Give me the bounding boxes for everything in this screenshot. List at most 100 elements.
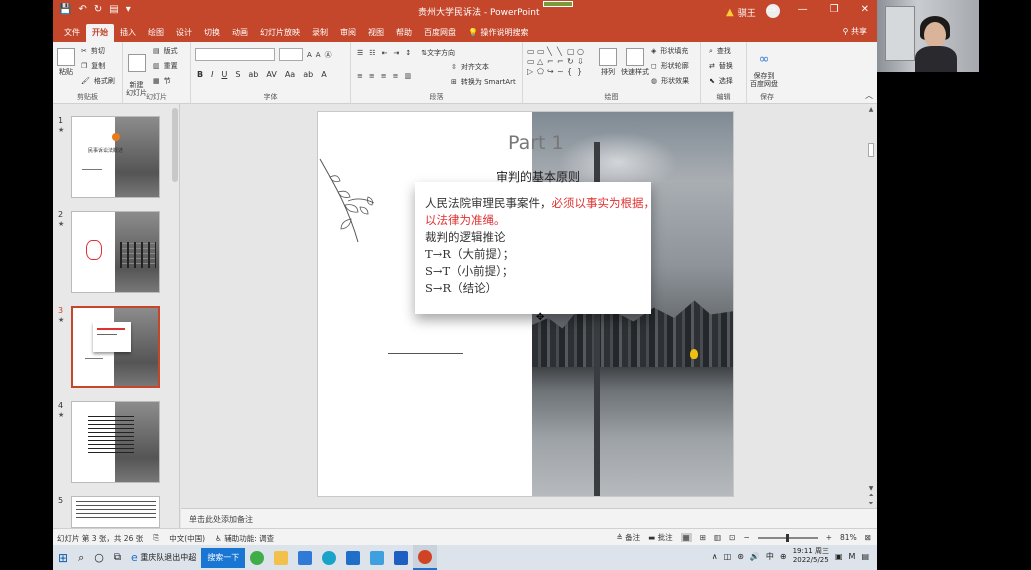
slide-canvas[interactable]: Part 1 审判的基本原则 人民法院审理民事案件，必须以事实为根据， 以法律为…: [317, 111, 734, 497]
start-slideshow-icon[interactable]: ▤: [109, 4, 118, 15]
scroll-up-icon[interactable]: ▲: [867, 106, 875, 113]
tab-draw[interactable]: 绘图: [142, 24, 170, 42]
taskbar-file-explorer[interactable]: [269, 545, 293, 570]
next-slide-icon[interactable]: ⏷: [867, 500, 875, 508]
underline-icon[interactable]: U: [221, 70, 227, 79]
decrease-font-icon[interactable]: A: [316, 51, 321, 59]
text-direction-button[interactable]: ⇅文字方向: [421, 48, 455, 58]
baidu-search-button[interactable]: 搜索一下: [201, 547, 246, 568]
justify-icon[interactable]: ≡: [393, 72, 399, 80]
tab-animations[interactable]: 动画: [226, 24, 254, 42]
taskbar-browser[interactable]: e 重庆队退出中超: [126, 545, 201, 570]
collapse-ribbon-icon[interactable]: ︿: [865, 90, 873, 101]
shape-effects-button[interactable]: ◍ 形状效果: [651, 76, 689, 86]
customize-qat-icon[interactable]: ▾: [126, 4, 131, 15]
char-spacing-icon[interactable]: AV: [266, 70, 276, 79]
thumbnail-scrollbar[interactable]: [172, 108, 178, 182]
app-m-icon[interactable]: M: [849, 552, 856, 561]
save-to-baidu-button[interactable]: ∞ 保存到 百度网盘: [750, 48, 778, 88]
taskbar-app-w[interactable]: [365, 545, 389, 570]
tab-record[interactable]: 录制: [306, 24, 334, 42]
zoom-level[interactable]: 81%: [840, 533, 857, 542]
edit-area-scrollbar[interactable]: ▲ ▼ ⏶ ⏷: [867, 104, 875, 508]
taskbar-app-360[interactable]: [245, 545, 269, 570]
tab-review[interactable]: 审阅: [334, 24, 362, 42]
replace-button[interactable]: ⇄ 替换: [709, 61, 733, 71]
numbering-icon[interactable]: ☷: [369, 49, 375, 57]
smartart-button[interactable]: ⊞ 转换为 SmartArt: [451, 77, 516, 87]
shadow-icon[interactable]: S: [235, 70, 240, 79]
task-view-button[interactable]: ⧉: [109, 545, 126, 570]
taskbar-app-meeting[interactable]: [389, 545, 413, 570]
columns-icon[interactable]: ▥: [405, 72, 412, 80]
slide-thumbnail-4[interactable]: [71, 401, 160, 483]
increase-font-icon[interactable]: A: [307, 51, 312, 59]
taskbar-powerpoint[interactable]: [413, 545, 438, 570]
tab-slideshow[interactable]: 幻灯片放映: [254, 24, 306, 42]
part-title[interactable]: Part 1: [508, 132, 564, 154]
notification-icon[interactable]: ▣: [835, 552, 843, 561]
strikethrough-icon[interactable]: ab: [248, 70, 258, 79]
fit-to-window-icon[interactable]: ⊠: [865, 533, 871, 542]
normal-view-icon[interactable]: ▦: [680, 533, 692, 542]
tab-insert[interactable]: 插入: [114, 24, 142, 42]
paste-button[interactable]: 粘贴: [57, 48, 75, 77]
slide-thumbnail-5[interactable]: [71, 496, 160, 528]
change-case-icon[interactable]: Aa: [285, 70, 295, 79]
slideshow-view-icon[interactable]: ⊡: [729, 533, 735, 542]
slide-heading[interactable]: 审判的基本原则: [496, 168, 580, 185]
shape-fill-button[interactable]: ◈ 形状填充: [651, 46, 688, 56]
maximize-icon[interactable]: ❐: [830, 4, 839, 15]
align-center-icon[interactable]: ≡: [369, 72, 375, 80]
save-icon[interactable]: 💾: [59, 4, 71, 15]
spellcheck-icon[interactable]: ⎘: [153, 533, 159, 544]
clear-format-icon[interactable]: Ⓐ: [325, 50, 332, 60]
decrease-indent-icon[interactable]: ⇤: [382, 49, 388, 57]
zoom-slider[interactable]: [757, 533, 818, 542]
accessibility-status[interactable]: ♿ 辅助功能: 调查: [215, 533, 274, 544]
font-color-icon[interactable]: A: [321, 70, 326, 79]
reset-button[interactable]: ▥ 重置: [153, 61, 178, 71]
action-center-icon[interactable]: ▤: [861, 552, 869, 561]
network-icon[interactable]: ◫: [724, 552, 732, 561]
layout-button[interactable]: ▤ 版式: [153, 46, 178, 56]
tab-file[interactable]: 文件: [58, 24, 86, 42]
prev-slide-icon[interactable]: ⏶: [867, 492, 875, 500]
tray-expand-icon[interactable]: ∧: [712, 552, 718, 561]
notes-pane[interactable]: 单击此处添加备注: [181, 508, 877, 528]
slide-thumbnail-1[interactable]: 民事诉讼法概述: [71, 116, 160, 198]
font-size-combobox[interactable]: [279, 48, 303, 61]
clock[interactable]: 19:11 周三 2022/5/25: [793, 547, 829, 565]
scroll-down-icon[interactable]: ▼: [867, 485, 875, 492]
new-slide-button[interactable]: 新建 幻灯片: [126, 46, 147, 97]
notes-button[interactable]: ≜ 备注: [617, 532, 641, 543]
italic-icon[interactable]: I: [211, 70, 213, 79]
section-button[interactable]: ▦ 节: [153, 76, 171, 86]
leaf-branch-icon[interactable]: [318, 157, 388, 247]
cortana-button[interactable]: ○: [89, 545, 109, 570]
zoom-out-icon[interactable]: −: [743, 533, 749, 542]
find-button[interactable]: ⌕ 查找: [709, 46, 731, 56]
quick-styles-button[interactable]: 快速样式: [621, 48, 649, 77]
reading-view-icon[interactable]: ▥: [714, 533, 721, 542]
minimize-icon[interactable]: —: [798, 4, 808, 15]
highlight-icon[interactable]: ab: [303, 70, 313, 79]
language-status[interactable]: 中文(中国): [169, 533, 205, 544]
bold-icon[interactable]: B: [197, 70, 203, 79]
arrange-button[interactable]: 排列: [599, 48, 617, 77]
tab-transitions[interactable]: 切换: [198, 24, 226, 42]
taskbar-edge[interactable]: [317, 545, 341, 570]
line-spacing-icon[interactable]: ↕: [405, 49, 411, 57]
tab-design[interactable]: 设计: [170, 24, 198, 42]
undo-icon[interactable]: ↶: [78, 4, 86, 15]
comments-button[interactable]: ▬ 批注: [648, 532, 672, 543]
tab-help[interactable]: 帮助: [390, 24, 418, 42]
slide-body-text[interactable]: 人民法院审理民事案件，必须以事实为根据， 以法律为准绳。 裁判的逻辑推论 T→R…: [425, 195, 665, 297]
slide-sorter-icon[interactable]: ⊞: [700, 533, 706, 542]
taskbar-search-button[interactable]: ⌕: [73, 545, 89, 570]
taskbar-store[interactable]: [293, 545, 317, 570]
ribbon-display-icon[interactable]: ▭: [766, 4, 775, 15]
ime-settings-icon[interactable]: ⊕: [780, 552, 787, 561]
font-name-combobox[interactable]: [195, 48, 275, 61]
decorative-line[interactable]: [388, 353, 463, 354]
